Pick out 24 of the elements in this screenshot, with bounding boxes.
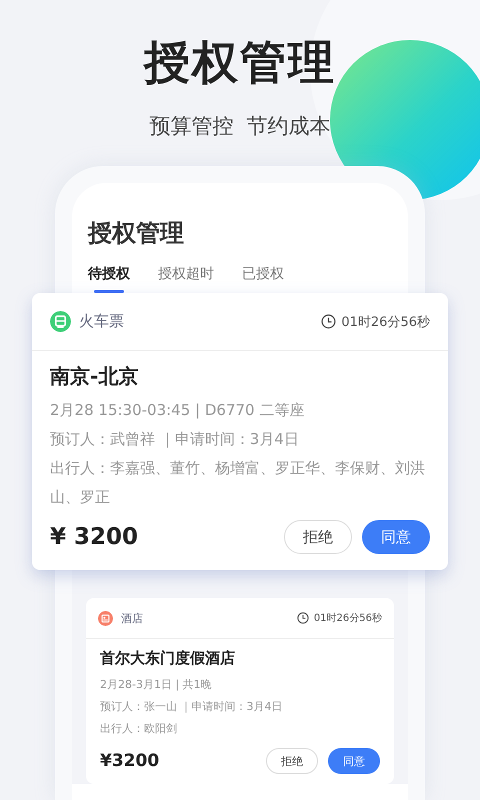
request-title: 首尔大东门度假酒店 [100,649,236,668]
detail-text: 预订人：武曾祥 ｜申请时间：3月4日 [50,429,300,450]
detail-text: 出行人：欧阳剑 [100,721,178,737]
screen-title: 授权管理 [88,218,185,249]
reject-button[interactable]: 拒绝 [284,520,352,554]
tab[interactable]: 已授权 [242,265,284,293]
approve-button[interactable]: 同意 [362,520,430,554]
category-label: 酒店 [121,610,144,626]
countdown-text: 01时26分56秒 [341,314,430,330]
detail-text: 预订人：张一山 ｜申请时间：3月4日 [100,699,284,715]
reject-button[interactable]: 拒绝 [266,748,318,774]
price-text: ¥ 3200 [50,524,140,550]
detail-text: 2月28-3月1日 | 共1晚 [100,677,213,693]
price-text: ¥3200 [100,751,160,771]
request-title: 南京-北京 [50,363,140,390]
page-title: 授权管理 [144,34,336,91]
countdown-text: 01时26分56秒 [314,612,382,625]
detail-text: 出行人：李嘉强、董竹、杨增富、罗正华、李保财、刘洪山、罗正 [50,458,426,508]
page-subtitle: 预算管控 节约成本 [149,113,331,140]
tab[interactable]: 授权超时 [158,265,214,293]
approve-button[interactable]: 同意 [328,748,380,774]
detail-text: 2月28 15:30-03:45 | D6770 二等座 [50,400,306,421]
category-label: 火车票 [79,312,125,331]
tab[interactable]: 待授权 [88,265,130,293]
